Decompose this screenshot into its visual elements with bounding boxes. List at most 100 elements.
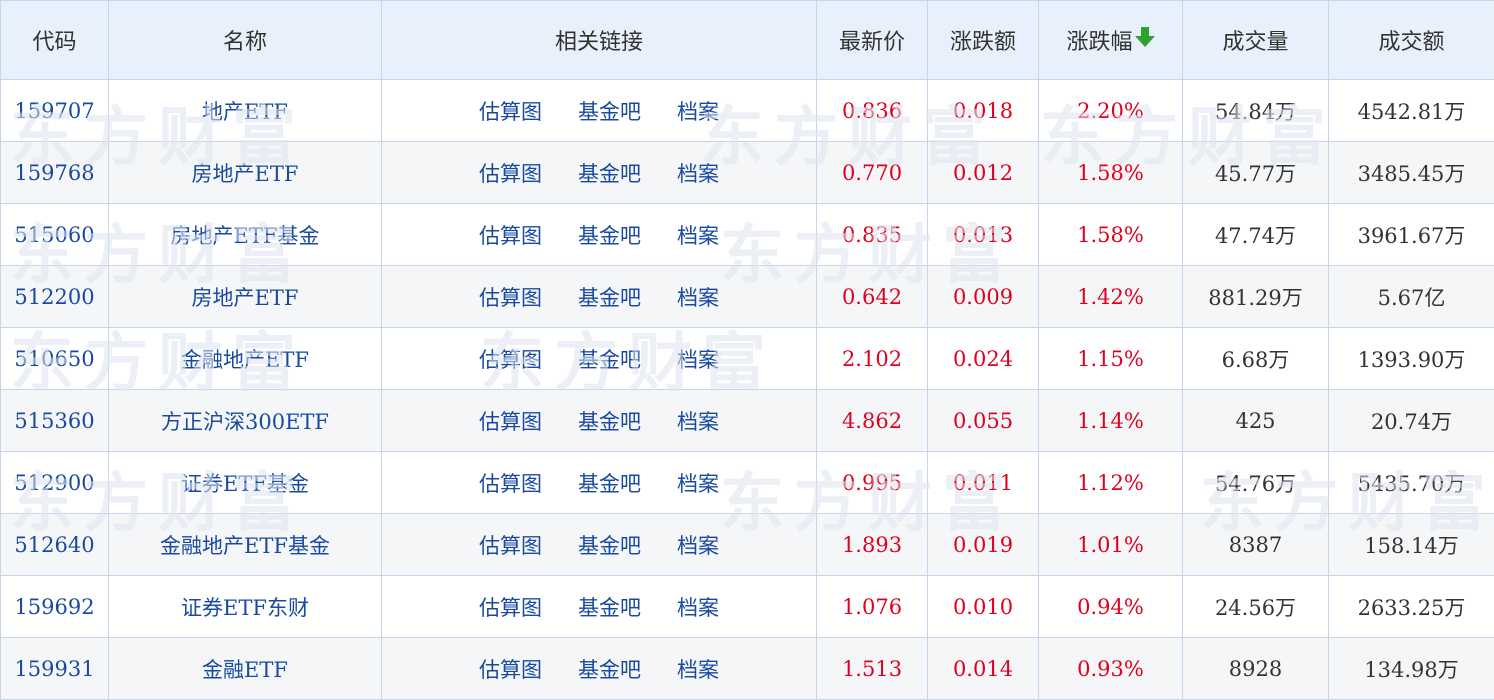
fund-profile-link[interactable]: 档案: [677, 468, 719, 498]
estimate-chart-link[interactable]: 估算图: [479, 96, 542, 126]
table-row: 159707地产ETF估算图基金吧档案0.8360.0182.20%54.84万…: [1, 80, 1494, 142]
related-links: 估算图 基金吧 档案: [382, 654, 816, 684]
header-change[interactable]: 涨跌额: [928, 1, 1039, 80]
trade-volume: 881.29万: [1183, 266, 1329, 328]
fund-name-link[interactable]: 金融地产ETF基金: [109, 514, 382, 576]
related-links: 估算图 基金吧 档案: [382, 344, 816, 374]
related-links: 估算图 基金吧 档案: [382, 96, 816, 126]
fund-forum-link[interactable]: 基金吧: [578, 592, 641, 622]
trade-amount: 4542.81万: [1329, 80, 1494, 142]
fund-profile-link[interactable]: 档案: [677, 96, 719, 126]
fund-code-link[interactable]: 159692: [1, 576, 109, 638]
fund-profile-link[interactable]: 档案: [677, 220, 719, 250]
fund-name-link[interactable]: 房地产ETF: [109, 266, 382, 328]
trade-amount: 3485.45万: [1329, 142, 1494, 204]
related-links: 估算图 基金吧 档案: [382, 468, 816, 498]
estimate-chart-link[interactable]: 估算图: [479, 158, 542, 188]
estimate-chart-link[interactable]: 估算图: [479, 530, 542, 560]
fund-code-link[interactable]: 510650: [1, 328, 109, 390]
etf-table: 代码 名称 相关链接 最新价 涨跌额 涨跌幅 成交量 成交额 159707地产E…: [0, 0, 1494, 700]
fund-code-link[interactable]: 159931: [1, 638, 109, 700]
header-amount[interactable]: 成交额: [1329, 1, 1494, 80]
fund-profile-link[interactable]: 档案: [677, 158, 719, 188]
estimate-chart-link[interactable]: 估算图: [479, 406, 542, 436]
table-header: 代码 名称 相关链接 最新价 涨跌额 涨跌幅 成交量 成交额: [1, 1, 1494, 80]
estimate-chart-link[interactable]: 估算图: [479, 654, 542, 684]
fund-code-link[interactable]: 159768: [1, 142, 109, 204]
fund-forum-link[interactable]: 基金吧: [578, 344, 641, 374]
header-code[interactable]: 代码: [1, 1, 109, 80]
change-percent: 1.42%: [1039, 266, 1183, 328]
related-links: 估算图 基金吧 档案: [382, 530, 816, 560]
fund-forum-link[interactable]: 基金吧: [578, 468, 641, 498]
related-links-cell: 估算图 基金吧 档案: [382, 266, 817, 328]
estimate-chart-link[interactable]: 估算图: [479, 282, 542, 312]
related-links-cell: 估算图 基金吧 档案: [382, 576, 817, 638]
fund-name-link[interactable]: 金融地产ETF: [109, 328, 382, 390]
fund-name-link[interactable]: 金融ETF: [109, 638, 382, 700]
fund-name-link[interactable]: 地产ETF: [109, 80, 382, 142]
related-links-cell: 估算图 基金吧 档案: [382, 328, 817, 390]
fund-code-link[interactable]: 512900: [1, 452, 109, 514]
fund-name-link[interactable]: 方正沪深300ETF: [109, 390, 382, 452]
fund-name-link[interactable]: 证券ETF基金: [109, 452, 382, 514]
fund-forum-link[interactable]: 基金吧: [578, 220, 641, 250]
latest-price: 1.513: [817, 638, 928, 700]
change-amount: 0.055: [928, 390, 1039, 452]
trade-volume: 54.76万: [1183, 452, 1329, 514]
header-price[interactable]: 最新价: [817, 1, 928, 80]
change-amount: 0.018: [928, 80, 1039, 142]
fund-name-link[interactable]: 房地产ETF: [109, 142, 382, 204]
fund-code-link[interactable]: 515060: [1, 204, 109, 266]
header-change-pct[interactable]: 涨跌幅: [1039, 1, 1183, 80]
change-percent: 0.93%: [1039, 638, 1183, 700]
trade-amount: 3961.67万: [1329, 204, 1494, 266]
latest-price: 1.076: [817, 576, 928, 638]
change-amount: 0.013: [928, 204, 1039, 266]
trade-volume: 8928: [1183, 638, 1329, 700]
change-amount: 0.009: [928, 266, 1039, 328]
arrow-down-icon[interactable]: [1135, 26, 1155, 54]
fund-profile-link[interactable]: 档案: [677, 654, 719, 684]
estimate-chart-link[interactable]: 估算图: [479, 592, 542, 622]
fund-code-link[interactable]: 159707: [1, 80, 109, 142]
fund-code-link[interactable]: 512640: [1, 514, 109, 576]
latest-price: 2.102: [817, 328, 928, 390]
change-amount: 0.014: [928, 638, 1039, 700]
header-change-pct-label: 涨跌幅: [1066, 30, 1132, 55]
related-links-cell: 估算图 基金吧 档案: [382, 514, 817, 576]
fund-profile-link[interactable]: 档案: [677, 282, 719, 312]
latest-price: 0.642: [817, 266, 928, 328]
fund-code-link[interactable]: 512200: [1, 266, 109, 328]
trade-amount: 2633.25万: [1329, 576, 1494, 638]
fund-name-link[interactable]: 房地产ETF基金: [109, 204, 382, 266]
fund-forum-link[interactable]: 基金吧: [578, 158, 641, 188]
trade-amount: 5.67亿: [1329, 266, 1494, 328]
change-percent: 1.15%: [1039, 328, 1183, 390]
fund-name-link[interactable]: 证券ETF东财: [109, 576, 382, 638]
fund-profile-link[interactable]: 档案: [677, 530, 719, 560]
estimate-chart-link[interactable]: 估算图: [479, 468, 542, 498]
fund-profile-link[interactable]: 档案: [677, 592, 719, 622]
fund-code-link[interactable]: 515360: [1, 390, 109, 452]
fund-forum-link[interactable]: 基金吧: [578, 96, 641, 126]
trade-volume: 54.84万: [1183, 80, 1329, 142]
estimate-chart-link[interactable]: 估算图: [479, 220, 542, 250]
fund-profile-link[interactable]: 档案: [677, 344, 719, 374]
fund-forum-link[interactable]: 基金吧: [578, 654, 641, 684]
related-links-cell: 估算图 基金吧 档案: [382, 638, 817, 700]
fund-profile-link[interactable]: 档案: [677, 406, 719, 436]
estimate-chart-link[interactable]: 估算图: [479, 344, 542, 374]
fund-forum-link[interactable]: 基金吧: [578, 282, 641, 312]
table-row: 515060房地产ETF基金估算图基金吧档案0.8350.0131.58%47.…: [1, 204, 1494, 266]
fund-forum-link[interactable]: 基金吧: [578, 530, 641, 560]
header-volume[interactable]: 成交量: [1183, 1, 1329, 80]
related-links-cell: 估算图 基金吧 档案: [382, 204, 817, 266]
related-links: 估算图 基金吧 档案: [382, 158, 816, 188]
table-row: 159931金融ETF估算图基金吧档案1.5130.0140.93%892813…: [1, 638, 1494, 700]
related-links: 估算图 基金吧 档案: [382, 406, 816, 436]
latest-price: 0.995: [817, 452, 928, 514]
fund-forum-link[interactable]: 基金吧: [578, 406, 641, 436]
header-name[interactable]: 名称: [109, 1, 382, 80]
related-links-cell: 估算图 基金吧 档案: [382, 142, 817, 204]
